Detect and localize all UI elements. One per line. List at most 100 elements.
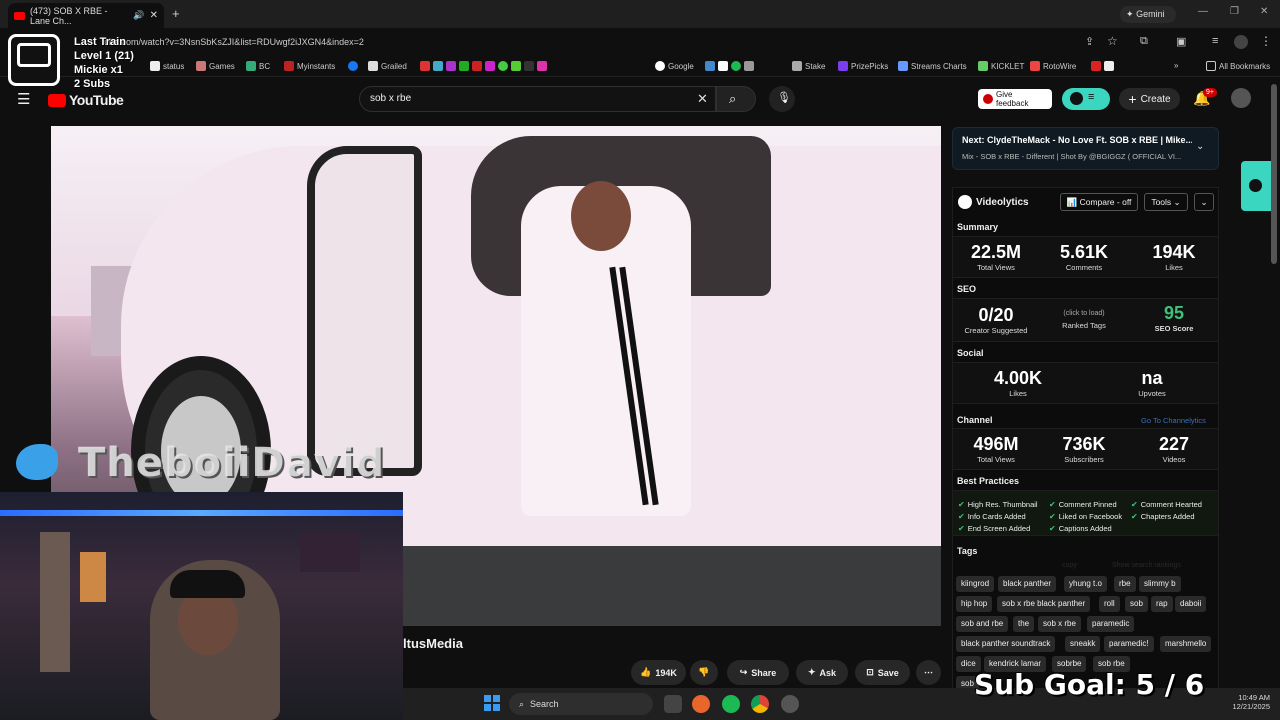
speaker-icon[interactable]: 🔊 [133,10,144,21]
channelytics-link[interactable]: Go To Channelytics [1141,416,1206,425]
close-window-icon[interactable]: ✕ [1260,6,1268,17]
media-icon[interactable]: ≡ [1212,35,1218,47]
tag-chip[interactable]: yhung t.o [1064,576,1107,592]
browser-tab[interactable]: (473) SOB X RBE - Lane Ch... 🔊 ✕ [8,3,164,28]
bookmark-streams-charts[interactable]: Streams Charts [898,61,967,71]
bookmark-google[interactable]: Google [655,61,694,71]
save-button[interactable]: ⊡ Save [855,660,910,685]
profile-avatar[interactable] [1234,35,1248,49]
channel-name[interactable]: ltusMedia [403,636,463,651]
tag-chip[interactable]: black panther soundtrack [956,636,1056,652]
more-actions-icon[interactable]: ⋯ [916,660,941,685]
click-to-load[interactable]: (click to load) [1044,310,1124,317]
give-feedback-button[interactable]: Give feedback [978,89,1052,109]
taskbar-search[interactable]: ⌕ Search [509,693,653,715]
like-button[interactable]: 👍 194K [631,660,686,685]
ask-button[interactable]: ✦ Ask [796,660,848,685]
stat-ranked-tags[interactable]: (click to load) Ranked Tags [1044,310,1124,330]
bp-label: Info Cards Added [967,512,1026,521]
tag-chip[interactable]: kiingrod [956,576,995,592]
share-button[interactable]: ↪ Share [727,660,789,685]
tag-chip[interactable]: black panther [998,576,1057,592]
gemini-button[interactable]: ✦ Gemini [1120,6,1176,23]
stat-total-views: 22.5M Total Views [956,242,1036,272]
tag-chip[interactable]: daboii [1175,596,1207,612]
check-icon: ✔ [958,524,965,533]
search-button[interactable]: ⌕ [716,86,756,112]
tag-chip[interactable]: sob and rbe [956,616,1009,632]
bp-label: Liked on Facebook [1058,512,1123,521]
search-input[interactable]: sob x rbe [359,86,716,112]
hamburger-menu-icon[interactable]: ☰ [17,90,30,108]
firefox-icon[interactable] [692,695,710,713]
videolytics-side-widget[interactable] [1241,161,1271,211]
stat-value: 0/20 [978,305,1014,325]
minimize-icon[interactable]: — [1198,6,1208,17]
bookmark-prizepicks[interactable]: PrizePicks [838,61,888,71]
bookmark-stake[interactable]: Stake [792,61,825,71]
url-field[interactable]: ube.com/watch?v=3NsnSbKsZJI&list=RDUwgf2… [104,37,364,47]
new-tab-icon[interactable]: + [172,6,180,21]
chrome-icon[interactable] [751,695,769,713]
stat-upvotes: na Upvotes [1112,368,1192,398]
tag-chip[interactable]: sob x rbe black panther [997,596,1091,612]
taskbar-clock[interactable]: 10:49 AM 12/21/2025 [1226,693,1270,711]
bookmark-grailed[interactable]: Grailed [368,61,407,71]
task-view-icon[interactable] [664,695,682,713]
extensions-icon[interactable]: ⧉ [1140,35,1148,48]
app-icon[interactable] [781,695,799,713]
tag-chip[interactable]: sob [1125,596,1148,612]
kick-icon [511,61,521,71]
page-scrollbar[interactable] [1271,84,1277,264]
tag-chip[interactable]: sneakk [1065,636,1101,652]
clear-search-icon[interactable]: ✕ [697,91,708,107]
tag-chip[interactable]: slimmy b [1139,576,1181,592]
voice-search-button[interactable]: 🎙 [769,86,795,112]
bookmark-misc-1[interactable] [420,61,547,71]
dislike-button[interactable]: 👎 [690,660,718,685]
tag-chip[interactable]: rap [1151,596,1173,612]
chevron-down-icon[interactable]: ⌄ [1196,141,1204,152]
menu-kebab-icon[interactable]: ⋮ [1260,34,1272,48]
videolytics-logo-icon [1249,179,1262,192]
bookmark-misc-2[interactable] [705,61,754,71]
bookmark-facebook[interactable] [348,61,358,71]
tools-button[interactable]: Tools ⌄ [1144,193,1188,211]
bookmarks-overflow-icon[interactable]: » [1174,61,1178,70]
all-bookmarks[interactable]: All Bookmarks [1206,61,1270,71]
compare-button[interactable]: 📊 Compare - off [1060,193,1138,211]
chevron-down-icon[interactable]: ⌄ [1194,193,1214,211]
show-rankings-button[interactable]: Show search rankings [1112,562,1181,569]
extension-toggle-button[interactable]: ≡ [1062,88,1110,110]
tag-chip[interactable]: hip hop [956,596,993,612]
prizepicks-icon [838,61,848,71]
bookmark-label: Grailed [381,61,407,71]
copy-tags-button[interactable]: copy [1062,562,1077,569]
tag-chip[interactable]: marshmello [1160,636,1212,652]
maximize-icon[interactable]: ❐ [1230,6,1239,17]
create-button[interactable]: + Create [1119,88,1180,110]
tag-chip[interactable]: roll [1099,596,1120,612]
sidepanel-icon[interactable]: ▣ [1176,35,1186,48]
tag-chip[interactable]: rbe [1114,576,1136,592]
bp-label: Chapters Added [1140,512,1195,521]
windows-start-icon[interactable] [484,695,500,711]
bookmark-rotowire[interactable]: RotoWire [1030,61,1115,71]
next-up-card[interactable] [952,127,1219,170]
bookmark-status[interactable]: status [150,61,184,71]
bookmark-bc[interactable]: BC [246,61,270,71]
bookmark-games[interactable]: Games [196,61,235,71]
close-tab-icon[interactable]: ✕ [150,10,158,21]
install-icon[interactable]: ⇪ [1085,35,1094,48]
tag-chip[interactable]: sob x rbe [1038,616,1081,632]
tag-chip[interactable]: the [1013,616,1035,632]
youtube-logo[interactable]: YouTube [48,92,124,108]
account-avatar[interactable] [1231,88,1251,108]
bp-label: End Screen Added [967,524,1031,533]
tag-chip[interactable]: paramedic [1087,616,1135,632]
bookmark-kicklet[interactable]: KICKLET [978,61,1024,71]
bookmark-myinstants[interactable]: Myinstants [284,61,335,71]
tag-chip[interactable]: paramedic! [1104,636,1154,652]
spotify-icon[interactable] [722,695,740,713]
bookmark-star-icon[interactable]: ☆ [1107,34,1118,48]
